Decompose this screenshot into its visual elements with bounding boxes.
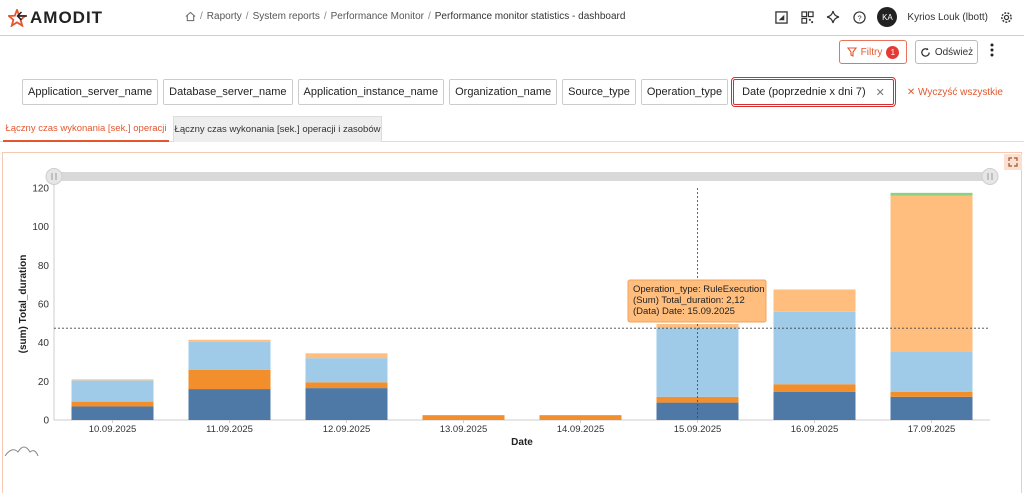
breadcrumb-current: Performance monitor statistics - dashboa… (434, 11, 626, 22)
qr-code-icon[interactable] (799, 9, 815, 25)
tab-operations-resources[interactable]: Łączny czas wykonania [sek.] operacji i … (173, 116, 382, 142)
tab-operations[interactable]: Łączny czas wykonania [sek.] operacji (3, 116, 169, 142)
clear-all-label: Wyczyść wszystkie (918, 86, 1003, 98)
breadcrumb-separator: / (427, 11, 431, 22)
refresh-label: Odśwież (934, 46, 974, 58)
remove-filter-icon[interactable]: ✕ (876, 86, 885, 99)
refresh-icon (921, 47, 930, 57)
filter-chips: Application_server_name Database_server_… (22, 77, 1003, 107)
filters-label: Filtry (860, 46, 883, 58)
help-icon[interactable]: ? (851, 9, 867, 25)
breadcrumb-separator: / (323, 11, 327, 22)
filter-funnel-icon (846, 47, 857, 57)
home-icon[interactable] (185, 11, 196, 22)
active-filter-chip-date[interactable]: Date (poprzednie x dni 7) ✕ (731, 77, 896, 107)
chart-tabs: Łączny czas wykonania [sek.] operacji Łą… (0, 116, 1024, 142)
chart-panel (2, 152, 1022, 493)
filters-button[interactable]: Filtry 1 (839, 40, 907, 64)
active-filter-label: Date (poprzednie x dni 7) (742, 86, 866, 98)
breadcrumb-item[interactable]: Performance Monitor (331, 11, 424, 22)
expand-icon[interactable] (1004, 154, 1022, 170)
more-options-icon[interactable] (990, 43, 994, 60)
brand-name: AMODIT (30, 8, 104, 27)
svg-text:?: ? (857, 13, 861, 22)
breadcrumb-item[interactable]: System reports (253, 11, 320, 22)
filter-chip[interactable]: Operation_type (640, 79, 729, 105)
filter-chip[interactable]: Database_server_name (163, 79, 293, 105)
top-right-actions: ? KA Kyrios Louk (lbott) (773, 7, 1014, 27)
edit-box-icon[interactable] (773, 9, 789, 25)
breadcrumb-item[interactable]: Raporty (207, 11, 242, 22)
breadcrumb-separator: / (200, 11, 203, 22)
filter-chip[interactable]: Application_instance_name (297, 79, 445, 105)
user-name[interactable]: Kyrios Louk (lbott) (907, 12, 988, 23)
settings-gear-icon[interactable] (998, 9, 1014, 25)
refresh-button[interactable]: Odśwież (915, 40, 978, 64)
filter-chip[interactable]: Source_type (562, 79, 636, 105)
ai-sparkle-icon[interactable] (825, 9, 841, 25)
back-arrow-icon[interactable] (16, 9, 28, 25)
breadcrumb: / Raporty / System reports / Performance… (185, 11, 625, 22)
avatar[interactable]: KA (877, 7, 898, 27)
filter-count-badge: 1 (886, 45, 900, 59)
breadcrumb-separator: / (245, 11, 249, 22)
filter-chip[interactable]: Application_server_name (22, 79, 159, 105)
top-bar: AMODIT / Raporty / System reports / Perf… (0, 0, 1024, 36)
clear-all-filters-link[interactable]: ✕ Wyczyść wszystkie (907, 87, 1003, 98)
filter-chip[interactable]: Organization_name (449, 79, 558, 105)
